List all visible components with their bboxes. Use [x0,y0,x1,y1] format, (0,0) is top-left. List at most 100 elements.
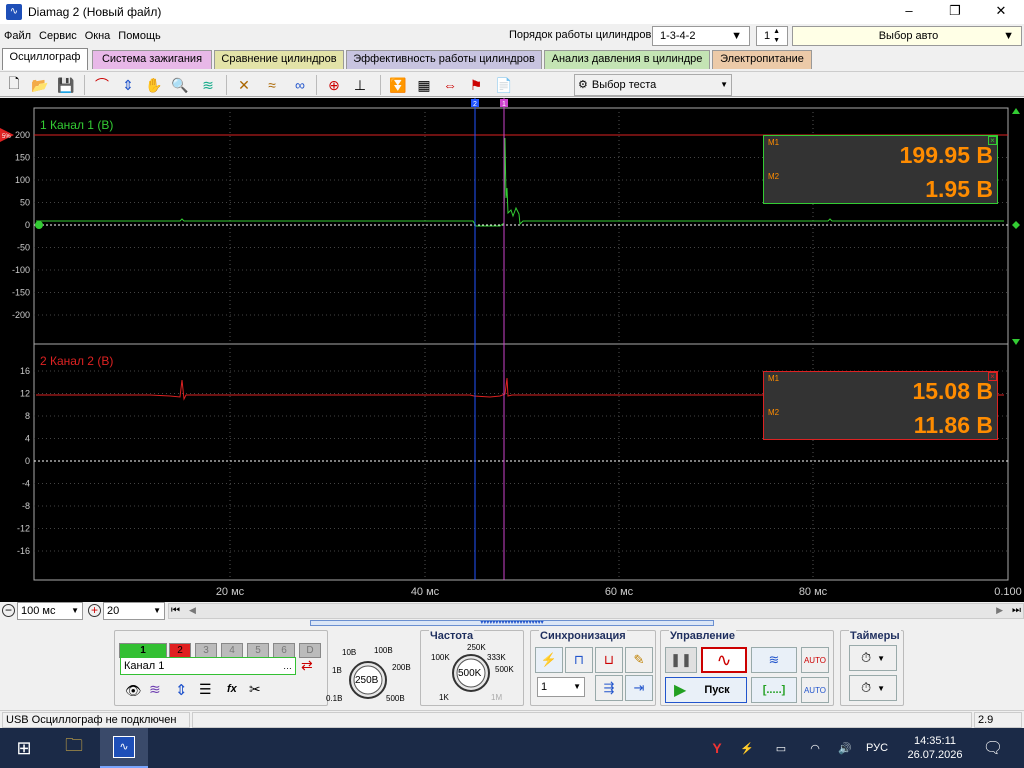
eye-icon[interactable]: 👁 [125,683,142,699]
pause-button[interactable]: ❚❚ [665,647,697,673]
language-indicator[interactable]: РУС [862,728,892,768]
zero-offset-icon[interactable]: ⊥ [350,75,370,95]
scroll-right-icon[interactable]: ▶ [996,605,1003,616]
windows-start-icon[interactable]: ⊞ [0,728,48,768]
chevron-down-icon: ▼ [720,80,728,89]
zoom-out-icon[interactable]: − [2,604,15,617]
noise-filter-icon[interactable]: ≋ [149,681,161,698]
sync-channel-value: 1 [541,681,548,693]
zoom-in-icon[interactable]: + [88,604,101,617]
auto-select-dropdown[interactable]: Выбор авто ▼ [792,26,1022,46]
sync-rising-edge-button[interactable]: ⚡ [535,647,563,673]
line-style-icon[interactable]: ☰ [199,681,212,698]
timer-1-button[interactable]: ⏱ ▼ [849,645,897,671]
flag-marker-icon[interactable]: ⚑ [466,75,486,95]
frequency-group: Частота 500K 250K 100K 333K 500K 1K 1M [420,630,524,706]
lissajous-icon[interactable]: ∞ [290,75,310,95]
sync-channel-select[interactable]: 1 ▼ [537,677,585,697]
channel-button-6[interactable]: 6 [273,643,295,658]
save-icon[interactable]: 💾 [56,75,76,95]
lightning-icon[interactable]: ⚡ [736,728,758,768]
table-grid-icon[interactable]: ▦ [414,75,434,95]
filter-icon[interactable]: ⏬ [388,75,408,95]
menu-help[interactable]: Помощь [114,30,165,42]
cylinder-order-select[interactable]: 1-3-4-2 ▼ [652,26,750,46]
channel-button-4[interactable]: 4 [221,643,243,658]
signal-shape-icon[interactable]: ⌒ [92,75,112,95]
channel-button-5[interactable]: 5 [247,643,269,658]
start-button[interactable]: ▶ Пуск [665,677,747,703]
close-button[interactable]: ✕ [978,0,1024,24]
tools-icon[interactable]: ✂ [249,681,261,698]
scroll-left-icon[interactable]: ◀ [189,605,196,616]
tab-cylinder-pressure[interactable]: Анализ давления в цилиндре [544,50,710,69]
timer-2-button[interactable]: ⏱ ▼ [849,675,897,701]
volume-icon[interactable]: 🔊 [834,728,856,768]
sync-pulse-up-button[interactable]: ⊓ [565,647,593,673]
channel-button-2[interactable]: 2 [169,643,191,658]
sync-level-button[interactable]: ⇶ [595,675,623,701]
close-box-icon[interactable]: × [988,372,997,381]
wave-multi-icon[interactable]: ≈ [262,75,282,95]
new-file-icon[interactable]: 🗋 [4,75,24,95]
stack-channels-icon[interactable]: ≋ [198,75,218,95]
cylinder-number-stepper[interactable]: 1 ▲ ▼ [756,26,788,46]
ellipsis-icon[interactable]: … [283,658,292,674]
tab-cylinder-compare[interactable]: Сравнение цилиндров [214,50,344,69]
maximize-button[interactable]: ❐ [932,0,978,24]
menu-windows[interactable]: Окна [81,30,115,42]
panel-collapse-handle[interactable]: ▾▾▾▾▾▾▾▾▾▾▾▾▾▾▾▾▾▾▾▾▾ [310,620,714,626]
voltage-knob[interactable]: 250В 10В 100В 1В 200В 0.1В 500В [326,630,418,706]
timebase-select[interactable]: 100 мс ▼ [17,602,83,620]
minimize-button[interactable]: – [886,0,932,24]
diamag-taskbar-icon[interactable]: ∿ [100,728,148,768]
auto-mode-button[interactable]: AUTO [801,647,829,673]
sync-group: Синхронизация ⚡ ⊓ ⊔ ✎ 1 ▼ ⇶ ⇥ [530,630,656,706]
clock[interactable]: 14:35:11 26.07.2026 [898,728,972,768]
timers-title: Таймеры [849,630,901,642]
battery-icon[interactable]: ▭ [770,728,792,768]
horizontal-scrollbar[interactable]: ⏮ ◀ ▶ ⏭ [168,603,1024,619]
vertical-cursor-icon[interactable]: ⇕ [118,75,138,95]
tab-cylinder-efficiency[interactable]: Эффективность работы цилиндров [346,50,542,69]
channel-config-icon[interactable]: ⇄ [301,657,313,674]
channel-button-1[interactable]: 1 [119,643,167,658]
sync-position-button[interactable]: ⇥ [625,675,653,701]
sync-auto-button[interactable]: ✎ [625,647,653,673]
open-folder-icon[interactable]: 📂 [30,75,50,95]
auto-record-button[interactable]: AUTO [801,677,829,703]
channel-button-3[interactable]: 3 [195,643,217,658]
scroll-end-icon[interactable]: ⏭ [1012,605,1021,616]
record-dots-button[interactable]: [.....] [751,677,797,703]
notifications-icon[interactable]: 🗨 [978,728,1008,768]
function-icon[interactable]: fx [227,683,237,695]
yandex-icon[interactable]: Y [706,728,728,768]
test-select-dropdown[interactable]: ⚙ Выбор теста ▼ [574,74,732,96]
oscilloscope-display[interactable]: 200 150 100 50 0 -50 -100 -150 -200 16 12 8 4 0 -4 -8 -1… [0,98,1024,602]
file-explorer-icon[interactable]: 🗀 [50,728,98,768]
split-cursor-icon[interactable]: ⇔ [440,75,460,95]
ch2-tick-label: 16 [20,366,30,376]
sine-mode-button[interactable]: ∿ [701,647,747,673]
vertical-shift-icon[interactable]: ⇕ [175,681,188,699]
scroll-start-icon[interactable]: ⏮ [171,605,180,616]
zoom-icon[interactable]: 🔍 [170,75,190,95]
tab-ignition-system[interactable]: Система зажигания [92,50,212,69]
zoom-select[interactable]: 20 ▼ [103,602,165,620]
menu-service[interactable]: Сервис [35,30,81,42]
notes-icon[interactable]: 📄 [494,75,514,95]
auto-scale-icon[interactable]: ⊕ [324,75,344,95]
hand-pan-icon[interactable]: ✋ [144,75,164,95]
channel-button-digital[interactable]: D [299,643,321,658]
sync-pulse-down-button[interactable]: ⊔ [595,647,623,673]
crossing-icon[interactable]: ✕ [234,75,254,95]
menu-file[interactable]: Файл [0,30,35,42]
close-box-icon[interactable]: × [988,136,997,145]
tab-oscilloscope[interactable]: Осциллограф [2,48,88,70]
channel-name-input[interactable]: Канал 1… [120,657,296,675]
control-group: Управление ❚❚ ∿ ≋ AUTO ▶ Пуск [.....] AUT… [660,630,834,706]
control-title: Управление [669,630,737,642]
tab-power-supply[interactable]: Электропитание [712,50,812,69]
continuous-mode-button[interactable]: ≋ [751,647,797,673]
wifi-icon[interactable]: ◠ [804,728,826,768]
